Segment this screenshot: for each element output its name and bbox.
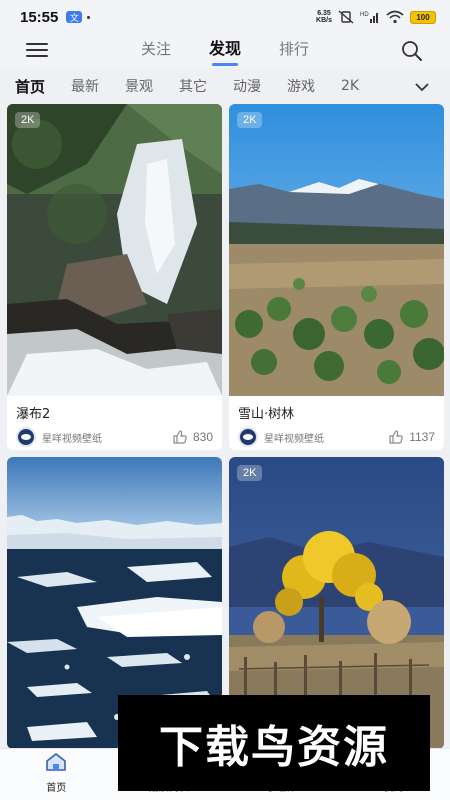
watermark-banner: 下载鸟资源 [118, 695, 430, 791]
like-count: 1137 [409, 430, 435, 444]
avatar[interactable] [16, 427, 36, 447]
author-name[interactable]: 星咩视频壁纸 [42, 430, 102, 445]
network-speed-value: 6.35 [317, 10, 331, 17]
like-button[interactable]: 830 [172, 429, 213, 445]
search-icon[interactable] [400, 39, 424, 67]
category-bar: 首页 最新 景观 其它 动漫 游戏 2K [0, 70, 450, 102]
thumbs-up-icon [173, 430, 187, 444]
svg-text:HD: HD [360, 12, 369, 18]
author-name[interactable]: 星咩视频壁纸 [264, 430, 324, 445]
like-button[interactable]: 1137 [388, 429, 435, 445]
top-tabs: 关注 发现 排行 [0, 34, 450, 68]
card-meta: 星咩视频壁纸 1137 [229, 422, 444, 448]
resolution-badge: 2K [15, 112, 41, 128]
tab-follow[interactable]: 关注 [141, 34, 171, 68]
snow-mountain-photo[interactable]: 2K [229, 104, 444, 396]
status-time: 15:55 [20, 8, 59, 26]
category-other[interactable]: 其它 [179, 76, 207, 96]
wifi-icon [386, 10, 404, 24]
category-landscape[interactable]: 景观 [125, 76, 153, 96]
bottom-tab-label: 首页 [46, 783, 67, 794]
resolution-badge: 2K [237, 465, 263, 481]
avatar[interactable] [238, 427, 258, 447]
status-bar: 15:55 文 6.35 KB/s HD 100 [0, 0, 450, 34]
network-speed: 6.35 KB/s [316, 10, 332, 24]
status-icons: 6.35 KB/s HD 100 [316, 10, 436, 24]
resolution-badge: 2K [237, 112, 263, 128]
tab-ranking[interactable]: 排行 [279, 34, 309, 68]
chevron-down-icon[interactable] [414, 79, 430, 98]
card-title: 雪山·树林 [238, 407, 295, 422]
category-anime[interactable]: 动漫 [233, 76, 261, 96]
category-2k[interactable]: 2K [341, 78, 359, 94]
waterfall-photo[interactable]: 2K [7, 104, 222, 396]
vibrate-off-icon [338, 10, 354, 24]
tab-discover[interactable]: 发现 [209, 34, 241, 68]
card-meta: 星咩视频壁纸 830 [7, 422, 222, 448]
like-count: 830 [192, 430, 213, 444]
thumbs-up-icon [389, 430, 403, 444]
wallpaper-card[interactable]: 2K 雪山·树林 星咩视频壁纸 1137 [229, 104, 444, 450]
hd-signal-icon: HD [360, 10, 380, 24]
card-title: 瀑布2 [16, 407, 51, 422]
menu-icon[interactable] [26, 41, 48, 59]
battery-indicator: 100 [410, 10, 436, 24]
bottom-tab-home[interactable]: 首页 [0, 749, 113, 800]
category-latest[interactable]: 最新 [71, 76, 99, 96]
notification-dot-icon [87, 15, 91, 19]
translate-app-icon: 文 [66, 11, 83, 24]
category-home[interactable]: 首页 [15, 76, 45, 97]
home-icon [45, 752, 67, 776]
category-games[interactable]: 游戏 [287, 76, 315, 96]
network-speed-unit: KB/s [316, 17, 332, 24]
wallpaper-card[interactable]: 2K 瀑布2 星咩视频壁纸 830 [7, 104, 222, 450]
watermark-text: 下载鸟资源 [159, 722, 389, 773]
top-nav: 关注 发现 排行 [0, 34, 450, 68]
